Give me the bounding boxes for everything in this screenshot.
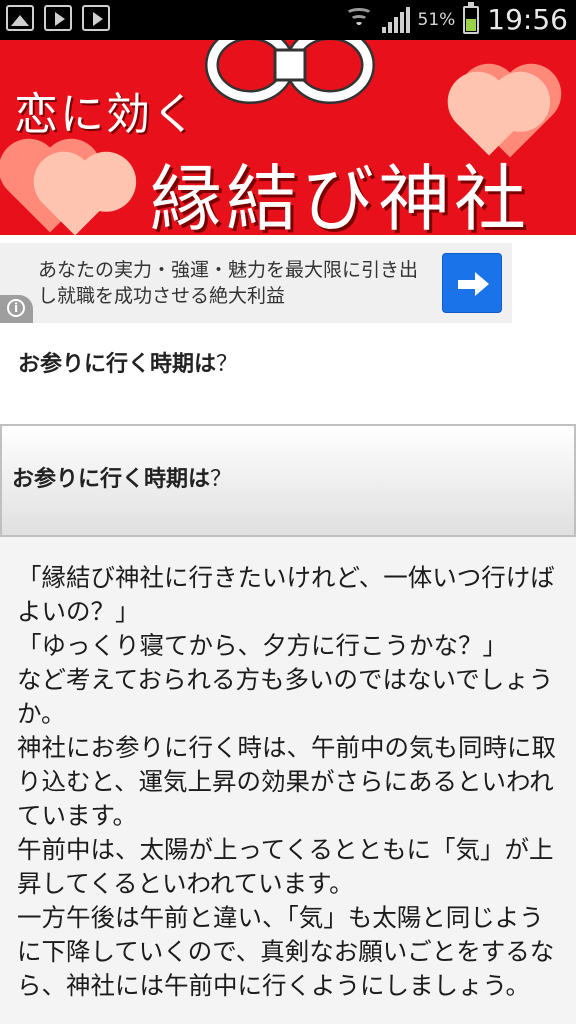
banner-subtitle: 恋に効く <box>14 89 198 140</box>
gallery-icon <box>6 5 34 31</box>
paragraph: 午前中は、太陽が上ってくるとともに「気」が上昇してくるといわれています。 <box>17 835 554 898</box>
paragraph: 神社にお参りに行く時は、午前中の気も同時に取り込むと、運気上昇の効果がさらにある… <box>17 733 556 830</box>
play-store-icon <box>44 5 72 31</box>
ad-text[interactable]: あなたの実力・強運・魅力を最大限に引き出し就職を成功させる絶大利益 <box>38 257 428 309</box>
ad-banner[interactable]: あなたの実力・強運・魅力を最大限に引き出し就職を成功させる絶大利益 i <box>0 243 512 323</box>
status-bar: 51% 19:56 <box>0 0 576 40</box>
panel-title-text: お参りに行く時期は <box>12 467 211 492</box>
section-heading-suffix: ？ <box>216 352 239 377</box>
panel-title-suffix: ？ <box>210 467 233 492</box>
battery-percent: 51% <box>417 9 456 30</box>
paragraph: 「ゆっくり寝てから、夕方に行こうかな？」 <box>17 631 507 660</box>
panel-header[interactable]: お参りに行く時期は？ <box>0 424 576 537</box>
paragraph: 「縁結び神社に行きたいけれど、一体いつ行けばよいの？」 <box>17 563 555 626</box>
panel-title: お参りに行く時期は？ <box>12 461 232 493</box>
section-heading-text: お参りに行く時期は <box>18 352 217 377</box>
wifi-icon <box>344 6 374 34</box>
section-heading: お参りに行く時期は？ <box>18 346 238 378</box>
system-indicators: 51% 19:56 <box>344 1 568 36</box>
article-body: 「縁結び神社に行きたいけれど、一体いつ行けばよいの？」 「ゆっくり寝てから、夕方… <box>17 561 562 1003</box>
mizuhiki-knot-icon <box>205 40 375 104</box>
play-store-icon <box>82 5 110 31</box>
site-banner[interactable]: 恋に効く 縁結び神社 <box>0 40 576 235</box>
paragraph: など考えておられる方も多いのではないでしょうか。 <box>17 665 554 728</box>
arrow-right-icon[interactable] <box>442 253 502 313</box>
banner-title: 縁結び神社 <box>150 157 531 235</box>
panel-content: 「縁結び神社に行きたいけれど、一体いつ行けばよいの？」 「ゆっくり寝てから、夕方… <box>0 537 576 1024</box>
battery-icon <box>463 1 480 34</box>
signal-icon <box>381 6 410 33</box>
info-icon[interactable]: i <box>0 295 33 323</box>
paragraph: 一方午後は午前と違い、「気」も太陽と同じように下降していくので、真剣なお願いごと… <box>17 903 555 1000</box>
notification-icons <box>6 5 110 31</box>
status-time: 19:56 <box>487 3 568 36</box>
